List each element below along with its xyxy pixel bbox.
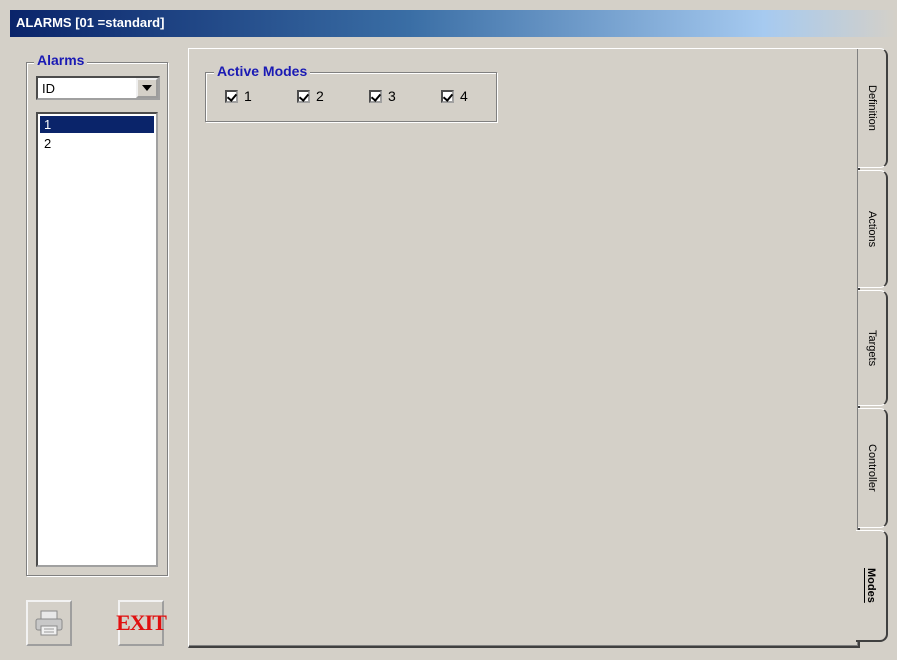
printer-icon: [35, 610, 63, 636]
checkbox-box: [225, 89, 238, 103]
checkbox-box: [369, 89, 382, 103]
mode-2-checkbox[interactable]: 2: [297, 88, 369, 104]
alarms-group-label: Alarms: [34, 52, 88, 68]
alarms-sort-value: ID: [42, 81, 55, 96]
mode-4-label: 4: [460, 88, 468, 104]
tab-definition-label: Definition: [866, 85, 878, 131]
check-icon: [442, 90, 454, 102]
alarms-sort-combo[interactable]: ID: [36, 76, 160, 100]
mode-3-label: 3: [388, 88, 396, 104]
list-item[interactable]: 2: [40, 135, 154, 152]
list-item[interactable]: 1: [40, 116, 154, 133]
mode-4-checkbox[interactable]: 4: [441, 88, 513, 104]
check-icon: [226, 90, 238, 102]
tab-targets[interactable]: Targets: [858, 290, 888, 406]
tab-modes[interactable]: Modes: [856, 530, 888, 642]
modes-tab-panel: [188, 48, 860, 648]
tab-targets-label: Targets: [866, 329, 878, 367]
checkbox-box: [297, 89, 310, 103]
tab-controller[interactable]: Controller: [858, 408, 888, 528]
window-title: ALARMS [01 =standard]: [16, 15, 165, 30]
active-modes-label: Active Modes: [214, 63, 311, 79]
title-bar[interactable]: ALARMS [01 =standard]: [10, 10, 897, 37]
mode-2-label: 2: [316, 88, 324, 104]
chevron-down-icon: [142, 85, 152, 91]
alarms-listbox[interactable]: 1 2: [36, 112, 158, 567]
print-button[interactable]: [26, 600, 72, 646]
tab-definition[interactable]: Definition: [858, 48, 888, 168]
tab-controller-label: Controller: [866, 444, 878, 492]
active-modes-checkboxes: 1 2 3 4: [225, 88, 513, 104]
tab-modes-label: Modes: [865, 568, 877, 603]
mode-1-label: 1: [244, 88, 252, 104]
tab-actions[interactable]: Actions: [858, 170, 888, 288]
checkbox-box: [441, 89, 454, 103]
mode-3-checkbox[interactable]: 3: [369, 88, 441, 104]
check-icon: [298, 90, 310, 102]
tab-actions-label: Actions: [866, 210, 878, 248]
combo-dropdown-button[interactable]: [136, 78, 158, 98]
check-icon: [370, 90, 382, 102]
exit-button[interactable]: EXIT: [116, 600, 167, 646]
mode-1-checkbox[interactable]: 1: [225, 88, 297, 104]
exit-label: EXIT: [116, 610, 167, 635]
